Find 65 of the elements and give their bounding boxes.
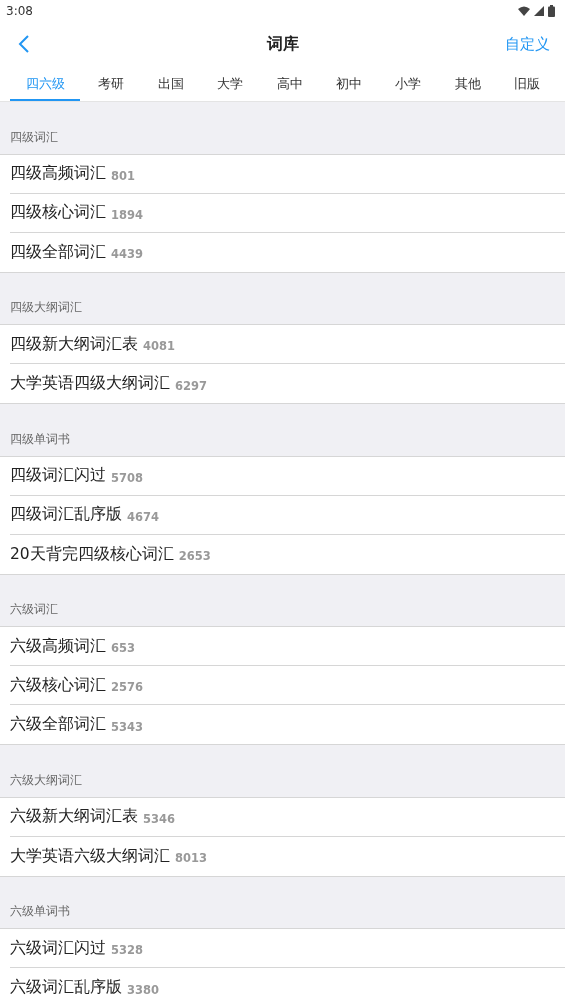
wordlist-name: 20天背完四级核心词汇 [10,543,174,565]
section-header: 四级单词书 [10,430,70,448]
wordlist-name: 六级新大纲词汇表 [10,806,138,827]
wordlist-name: 六级词汇闪过 [10,937,106,959]
battery-icon [548,5,555,17]
wordlist-name: 四级新大纲词汇表 [10,333,138,355]
wordlist-name: 六级全部词汇 [10,714,106,735]
section-header: 六级单词书 [10,903,70,920]
tab[interactable]: 旧版 [499,66,555,101]
section-header: 六级大纲词汇 [10,771,82,789]
word-count: 6297 [175,378,207,393]
wordlist-item[interactable]: 四级高频词汇 801 [0,154,565,194]
word-count: 2653 [178,549,211,563]
word-count: 5346 [143,811,175,826]
wordlist-item[interactable]: 四级全部词汇 4439 [0,232,565,272]
word-count: 4439 [111,247,143,261]
wordlist-name: 四级高频词汇 [10,163,106,184]
tab[interactable]: 小学 [380,66,437,101]
tab[interactable]: 其他 [439,66,496,101]
signal-icon [534,6,544,16]
word-count: 653 [111,641,135,655]
wifi-icon [518,6,530,16]
wordlist-name: 四级全部词汇 [10,241,106,263]
word-count: 1894 [111,207,143,222]
section-header: 六级词汇 [10,601,58,618]
word-count: 801 [111,168,135,183]
wordlist-item[interactable]: 20天背完四级核心词汇 2653 [0,534,565,574]
tab[interactable]: 出国 [142,66,199,101]
back-icon[interactable] [18,34,30,54]
status-time: 3:08 [6,4,33,18]
wordlist-item[interactable]: 四级词汇乱序版 4674 [0,495,565,535]
page-title: 词库 [266,33,299,53]
wordlist-item[interactable]: 六级词汇闪过 5328 [0,929,565,968]
word-count: 5343 [111,719,143,734]
wordlist-name: 六级核心词汇 [10,674,106,696]
tab[interactable]: 大学 [202,66,259,101]
wordlist-item[interactable]: 六级全部词汇 5343 [0,705,565,744]
word-count: 2576 [111,680,143,694]
wordlist-name: 六级高频词汇 [10,635,106,657]
wordlist-name: 四级核心词汇 [10,202,106,223]
wordlist-item[interactable]: 四级词汇闪过 5708 [0,456,565,496]
wordlist-item[interactable]: 六级词汇乱序版 3380 [0,968,565,1004]
word-count: 8013 [175,851,207,865]
tab[interactable]: 考研 [83,66,140,101]
word-count: 3380 [127,982,159,997]
wordlist-item[interactable]: 四级核心词汇 1894 [0,193,565,233]
section-header: 四级词汇 [10,128,58,146]
wordlist-item[interactable]: 大学英语六级大纲词汇 8013 [0,836,565,876]
wordlist-item[interactable]: 六级新大纲词汇表 5346 [0,797,565,837]
wordlist-item[interactable]: 四级新大纲词汇表 4081 [0,325,565,364]
section-header: 四级大纲词汇 [10,299,82,316]
wordlist-item[interactable]: 大学英语四级大纲词汇 6297 [0,364,565,403]
word-count: 4081 [143,339,175,353]
word-count: 5328 [111,943,143,957]
wordlist-name: 四级词汇闪过 [10,465,106,486]
word-count: 5708 [111,470,143,485]
wordlist-name: 大学英语六级大纲词汇 [10,845,170,867]
wordlist-item[interactable]: 六级高频词汇 653 [0,627,565,666]
wordlist-name: 大学英语四级大纲词汇 [10,373,170,394]
tab[interactable]: 高中 [261,66,318,101]
word-count: 4674 [127,509,159,524]
tab[interactable]: 初中 [320,66,377,101]
wordlist-name: 四级词汇乱序版 [10,504,122,525]
wordlist-item[interactable]: 六级核心词汇 2576 [0,666,565,705]
wordlist-name: 六级词汇乱序版 [10,977,122,998]
